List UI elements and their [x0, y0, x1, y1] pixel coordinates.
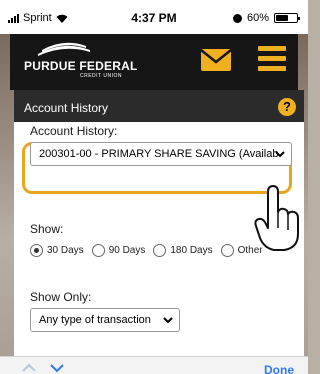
keyboard-toolbar: Done [0, 356, 308, 374]
logo[interactable]: PURDUE FEDERAL CREDIT UNION [24, 42, 138, 82]
chevron-down-icon[interactable] [50, 363, 64, 373]
help-icon[interactable]: ? [278, 98, 296, 116]
radio-90-days[interactable]: 90 Days [91, 244, 146, 257]
chevron-up-icon[interactable] [22, 363, 36, 373]
radio-label: 180 Days [170, 245, 213, 256]
logo-subtext: CREDIT UNION [80, 73, 123, 79]
show-only-label: Show Only: [30, 290, 92, 304]
chevron-down-icon [163, 317, 173, 324]
radio-label: 90 Days [108, 245, 146, 256]
done-button[interactable]: Done [264, 363, 294, 374]
show-radio-group: 30 Days 90 Days 180 Days Other [30, 244, 271, 257]
radio-button[interactable] [220, 244, 234, 257]
radio-label: 30 Days [47, 245, 84, 256]
radio-button[interactable] [91, 244, 105, 257]
transaction-type-select[interactable]: Any type of transaction [30, 308, 180, 332]
mail-icon[interactable] [200, 48, 232, 72]
account-history-label: Account History: [30, 124, 118, 138]
account-select-value: 200301-00 - PRIMARY SHARE SAVING (Availa… [39, 148, 279, 160]
logo-swoosh-icon [38, 42, 90, 56]
menu-icon[interactable] [258, 46, 286, 72]
dialog-title: Account History [24, 101, 109, 115]
show-label: Show: [30, 222, 64, 236]
dialog-title-bar: Account History ? [14, 90, 304, 122]
battery-percent: 60% [246, 12, 269, 24]
account-select[interactable]: 200301-00 - PRIMARY SHARE SAVING (Availa… [30, 142, 292, 166]
radio-button[interactable] [30, 244, 43, 257]
radio-30-days[interactable]: 30 Days [30, 244, 84, 257]
app-header: PURDUE FEDERAL CREDIT UNION [10, 34, 298, 90]
logo-text: PURDUE FEDERAL [24, 59, 138, 73]
battery-icon [274, 13, 300, 23]
radio-180-days[interactable]: 180 Days [153, 244, 213, 257]
transaction-type-value: Any type of transaction [39, 314, 151, 326]
hand-pointer-icon [254, 185, 299, 251]
status-right: 60% [232, 12, 300, 24]
status-bar: Sprint 4:37 PM 60% [0, 0, 308, 34]
alarm-icon [232, 13, 242, 23]
chevron-down-icon [275, 151, 285, 158]
radio-button[interactable] [153, 244, 167, 257]
